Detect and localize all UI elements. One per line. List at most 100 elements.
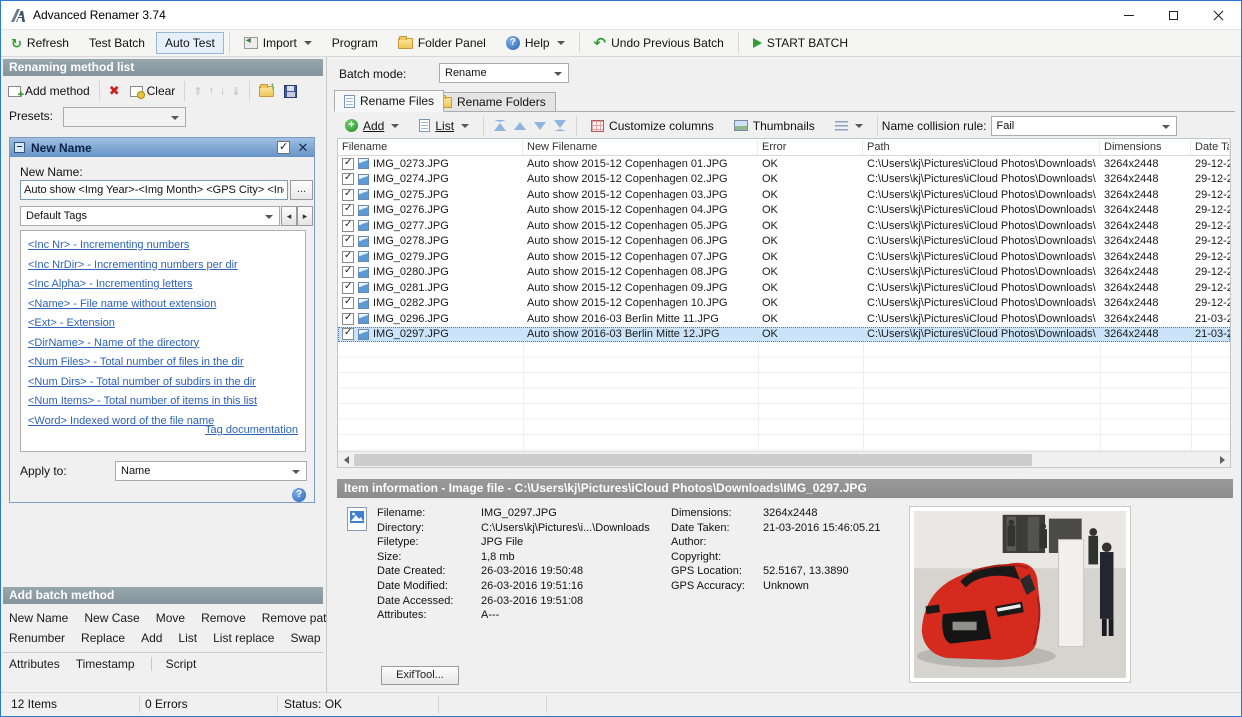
move-up-icon[interactable] [514, 121, 527, 130]
batch-method-link[interactable]: New Case [84, 611, 139, 625]
remove-method-button[interactable]: ✖ [104, 81, 125, 101]
scroll-right-icon[interactable] [1214, 452, 1230, 468]
folder-panel-button[interactable]: Folder Panel [389, 32, 495, 54]
name-collision-dropdown[interactable]: Fail [990, 115, 1177, 136]
tag-link[interactable]: <Ext> - Extension [28, 314, 298, 334]
tab-rename-folders[interactable]: Rename Folders [427, 92, 556, 112]
batch-method-link[interactable]: Script [150, 657, 196, 671]
table-row[interactable]: IMG_0273.JPG Auto show 2015-12 Copenhage… [338, 156, 1230, 172]
collapse-icon[interactable]: – [14, 142, 25, 153]
batch-method-link[interactable]: List replace [213, 631, 274, 645]
table-row[interactable]: IMG_0296.JPG Auto show 2016-03 Berlin Mi… [338, 311, 1230, 327]
column-header-dimensions[interactable]: Dimensions [1100, 139, 1191, 155]
row-checkbox[interactable] [342, 297, 354, 310]
row-checkbox[interactable] [342, 157, 354, 170]
thumbnails-button[interactable]: Thumbnails [725, 115, 824, 137]
tag-documentation-link[interactable]: Tag documentation [205, 424, 298, 436]
table-row[interactable]: IMG_0297.JPG Auto show 2016-03 Berlin Mi… [338, 326, 1230, 342]
column-header-path[interactable]: Path [863, 139, 1100, 155]
batch-method-link[interactable]: Add [141, 631, 162, 645]
load-preset-button[interactable] [254, 81, 279, 99]
minimize-button[interactable] [1106, 1, 1151, 29]
batch-method-link[interactable]: New Name [9, 611, 68, 625]
move-bottom-icon[interactable]: ⇓ [232, 85, 241, 98]
spinner-right-icon[interactable]: ▸ [297, 206, 313, 226]
batch-method-link[interactable]: Remove [201, 611, 246, 625]
row-checkbox[interactable] [342, 204, 354, 217]
move-down-icon[interactable]: ↓ [220, 85, 226, 98]
table-row[interactable]: IMG_0280.JPG Auto show 2015-12 Copenhage… [338, 265, 1230, 281]
column-header-date-taken[interactable]: Date Taken [1191, 139, 1230, 155]
tab-rename-files[interactable]: Rename Files [334, 90, 445, 112]
move-down-icon[interactable] [534, 121, 547, 130]
tag-link[interactable]: <Inc Nr> - Incrementing numbers [28, 236, 298, 256]
start-batch-button[interactable]: START BATCH [744, 32, 857, 54]
table-row[interactable]: IMG_0274.JPG Auto show 2015-12 Copenhage… [338, 172, 1230, 188]
method-close-icon[interactable]: ✕ [296, 141, 310, 155]
row-checkbox[interactable] [342, 312, 354, 325]
row-checkbox[interactable] [342, 188, 354, 201]
spinner-left-icon[interactable]: ◂ [281, 206, 297, 226]
method-help-icon[interactable] [292, 488, 306, 502]
batch-mode-dropdown[interactable]: Rename [439, 63, 569, 83]
scroll-left-icon[interactable] [338, 452, 354, 468]
save-preset-button[interactable] [279, 83, 302, 100]
add-method-button[interactable]: Add method [3, 82, 95, 101]
batch-method-link[interactable]: Move [156, 611, 185, 625]
batch-method-link[interactable]: Attributes [9, 657, 60, 671]
scrollbar-thumb[interactable] [354, 453, 1032, 466]
list-options-button[interactable] [826, 115, 872, 136]
row-checkbox[interactable] [342, 250, 354, 263]
tag-link[interactable]: <Name> - File name without extension [28, 295, 298, 315]
table-row[interactable]: IMG_0277.JPG Auto show 2015-12 Copenhage… [338, 218, 1230, 234]
column-header-filename[interactable]: Filename [338, 139, 523, 155]
table-row[interactable]: IMG_0276.JPG Auto show 2015-12 Copenhage… [338, 203, 1230, 219]
add-files-button[interactable]: Add [336, 115, 408, 137]
batch-method-link[interactable]: Replace [81, 631, 125, 645]
import-button[interactable]: Import [235, 32, 321, 54]
table-row[interactable]: IMG_0279.JPG Auto show 2015-12 Copenhage… [338, 249, 1230, 265]
method-titlebar[interactable]: – New Name ✕ [10, 138, 314, 157]
undo-previous-batch-button[interactable]: ↶ Undo Previous Batch [585, 32, 733, 55]
customize-columns-button[interactable]: Customize columns [582, 115, 723, 137]
browse-button[interactable]: ... [290, 180, 313, 200]
row-checkbox[interactable] [342, 281, 354, 294]
move-top-icon[interactable]: ⇑ [193, 85, 202, 98]
exiftool-button[interactable]: ExifTool... [381, 666, 459, 685]
table-row[interactable]: IMG_0275.JPG Auto show 2015-12 Copenhage… [338, 187, 1230, 203]
batch-method-link[interactable]: List [178, 631, 197, 645]
row-checkbox[interactable] [342, 219, 354, 232]
table-row[interactable]: IMG_0281.JPG Auto show 2015-12 Copenhage… [338, 280, 1230, 296]
apply-to-dropdown[interactable]: Name [115, 461, 307, 481]
maximize-button[interactable] [1151, 1, 1196, 29]
clear-methods-button[interactable]: Clear [125, 82, 181, 100]
tag-link[interactable]: <Num Dirs> - Total number of subdirs in … [28, 373, 298, 393]
batch-method-link[interactable]: Swap [290, 631, 320, 645]
tag-link[interactable]: <Num Files> - Total number of files in t… [28, 353, 298, 373]
table-row[interactable]: IMG_0278.JPG Auto show 2015-12 Copenhage… [338, 234, 1230, 250]
column-header-error[interactable]: Error [758, 139, 863, 155]
row-checkbox[interactable] [342, 266, 354, 279]
row-checkbox[interactable] [342, 328, 354, 341]
program-button[interactable]: Program [323, 32, 387, 54]
new-name-input[interactable] [20, 180, 288, 200]
move-to-top-icon[interactable] [494, 120, 507, 131]
column-header-new-filename[interactable]: New Filename [523, 139, 758, 155]
move-up-icon[interactable]: ↑ [209, 85, 215, 98]
row-checkbox[interactable] [342, 173, 354, 186]
move-to-bottom-icon[interactable] [554, 120, 567, 131]
test-batch-button[interactable]: Test Batch [80, 32, 154, 54]
batch-method-link[interactable]: Renumber [9, 631, 65, 645]
refresh-button[interactable]: ↻ Refresh [2, 32, 78, 54]
help-button[interactable]: Help [497, 32, 574, 54]
batch-method-link[interactable]: Timestamp [76, 657, 135, 671]
tag-link[interactable]: <DirName> - Name of the directory [28, 334, 298, 354]
row-checkbox[interactable] [342, 235, 354, 248]
tag-link[interactable]: <Inc Alpha> - Incrementing letters [28, 275, 298, 295]
presets-dropdown[interactable] [63, 107, 186, 127]
close-button[interactable] [1196, 1, 1241, 29]
auto-test-button[interactable]: Auto Test [155, 32, 224, 54]
table-row[interactable]: IMG_0282.JPG Auto show 2015-12 Copenhage… [338, 296, 1230, 312]
tag-link[interactable]: <Inc NrDir> - Incrementing numbers per d… [28, 256, 298, 276]
tag-link[interactable]: <Num Items> - Total number of items in t… [28, 392, 298, 412]
